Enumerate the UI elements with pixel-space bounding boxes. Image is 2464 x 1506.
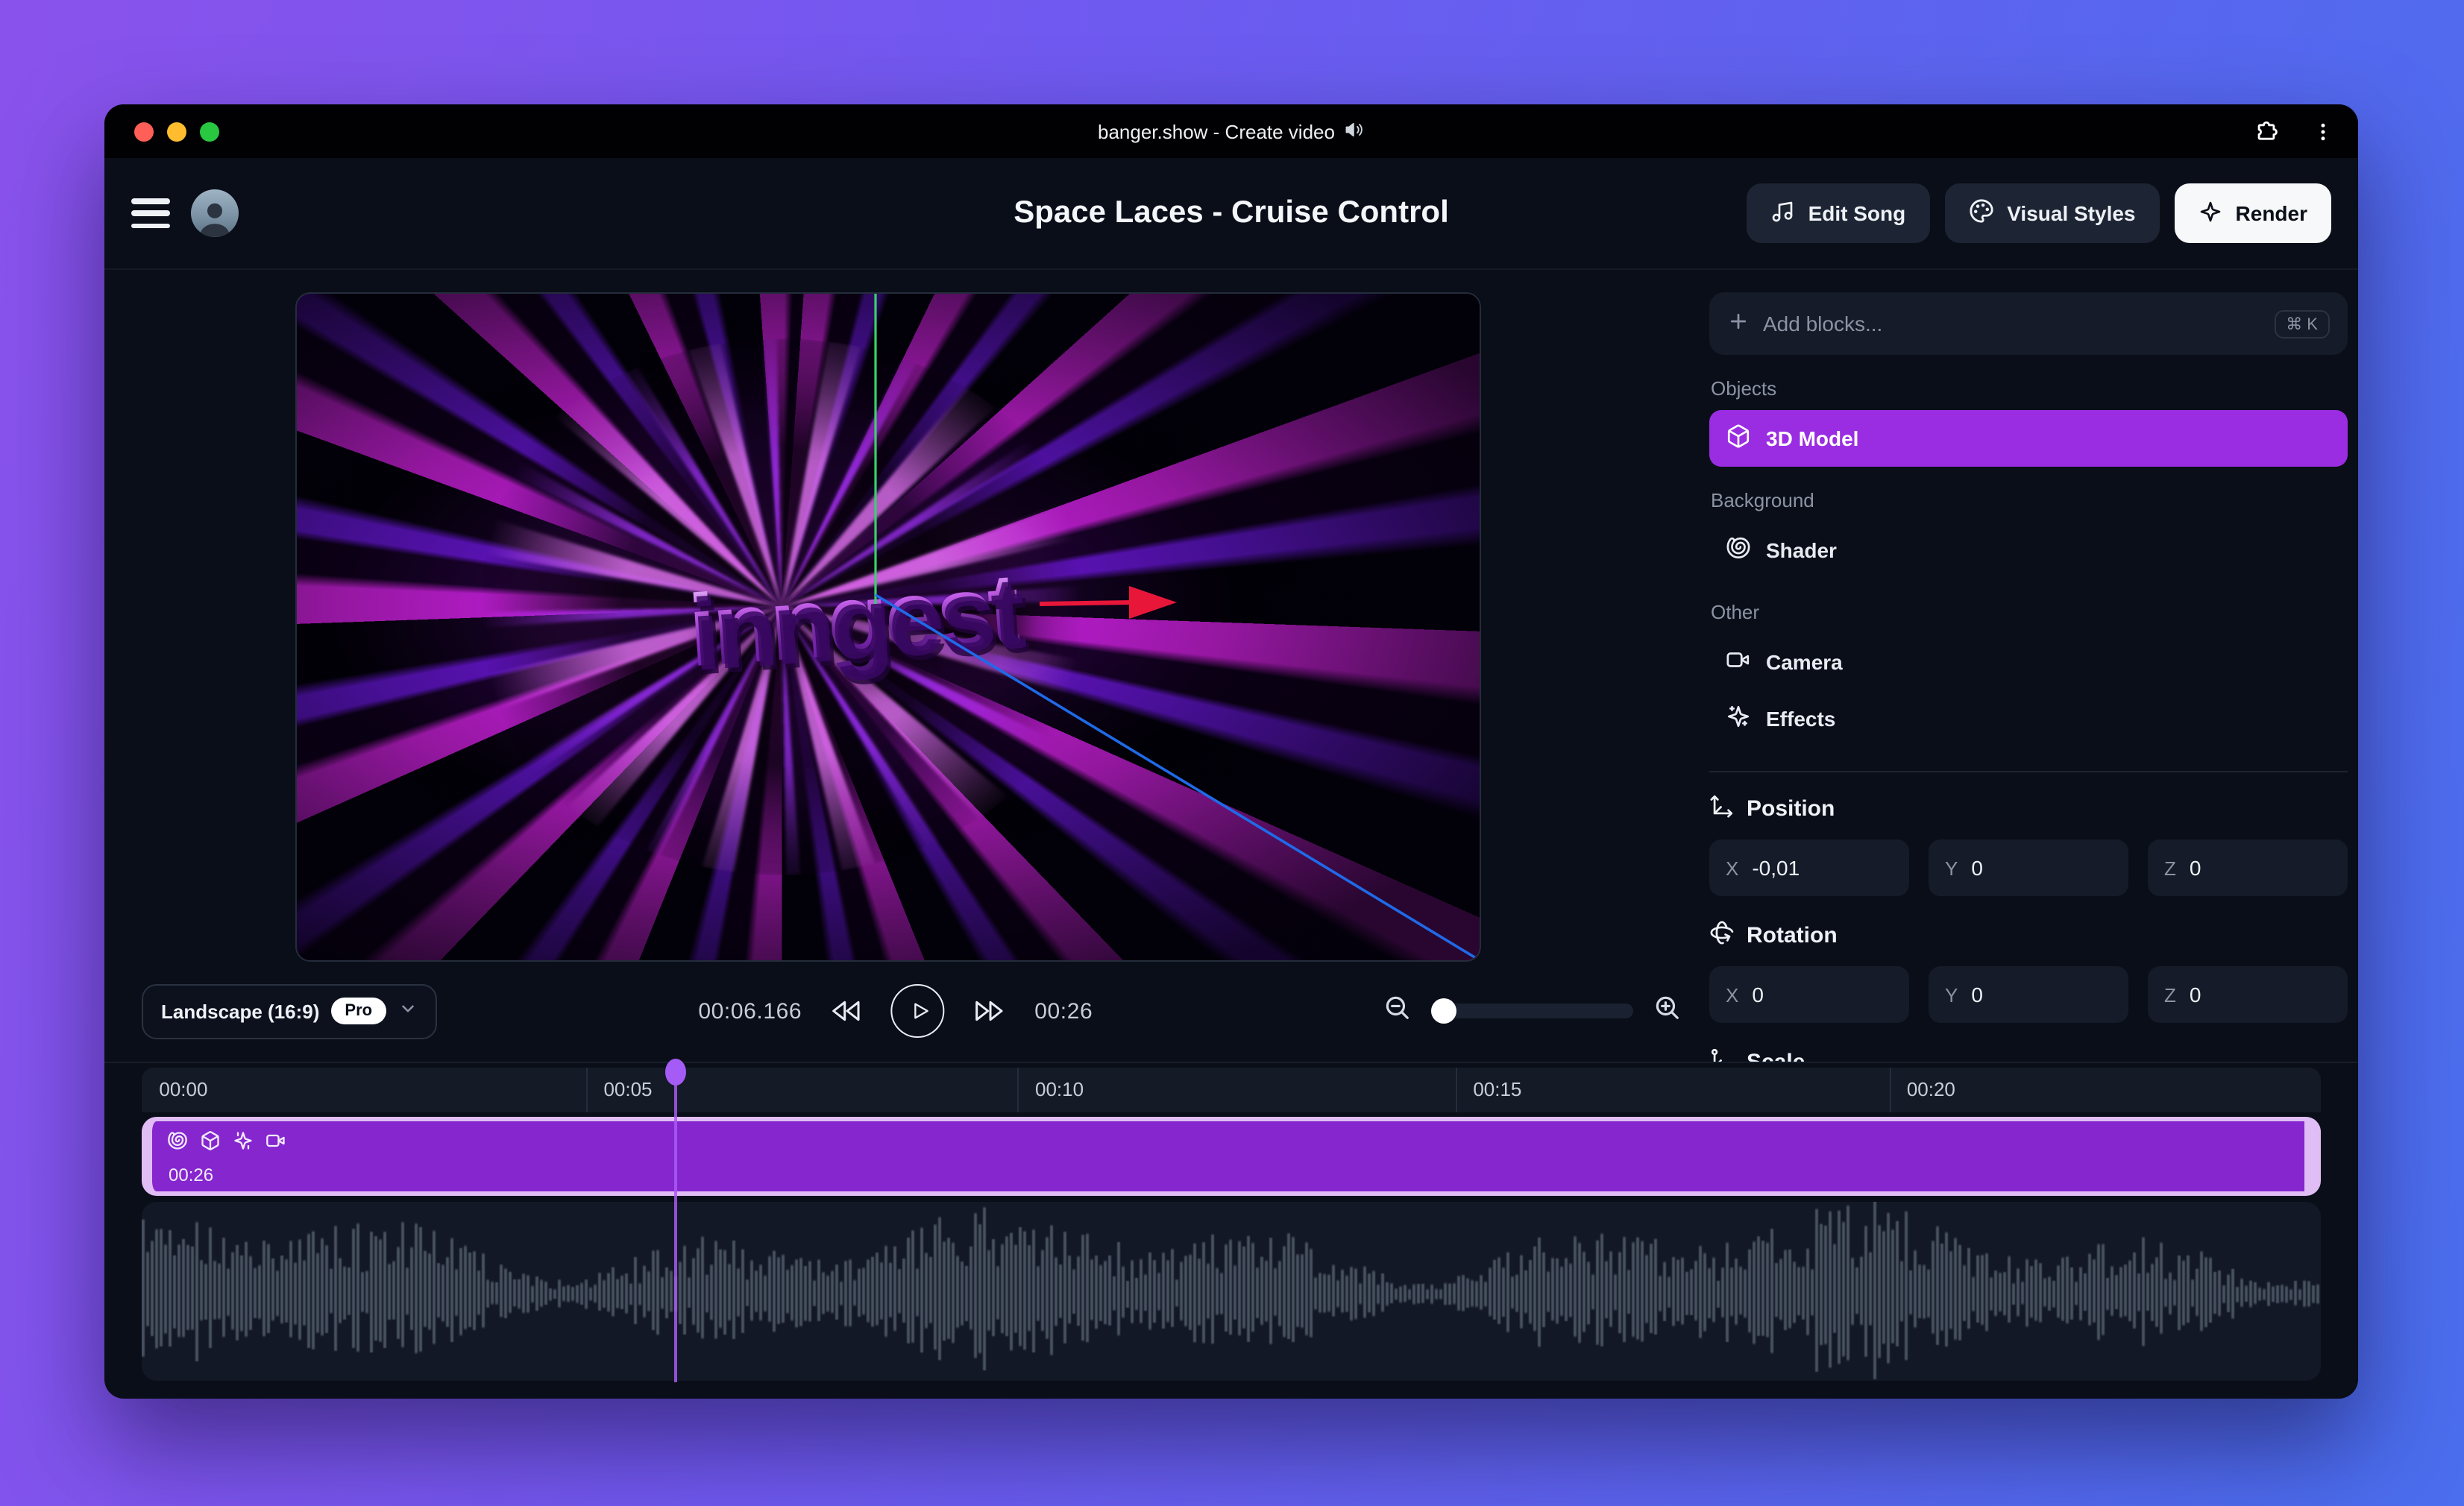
spiral-icon [1726, 535, 1751, 565]
scale-header: Scale [1709, 1047, 2348, 1062]
ruler-tick-label: 00:20 [1906, 1078, 1955, 1100]
clip-block-icons [167, 1130, 286, 1159]
minimize-button[interactable] [167, 122, 186, 141]
camera-icon [265, 1130, 286, 1159]
kebab-menu-icon[interactable] [2312, 120, 2334, 142]
maximize-button[interactable] [200, 122, 219, 141]
rotate-3d-icon [1709, 920, 1735, 951]
gizmo-z-axis[interactable] [875, 593, 1480, 960]
render-button[interactable]: Render [2174, 183, 2331, 243]
ruler-gridline [1455, 1068, 1457, 1112]
desktop-background: banger.show - Create video Space Laces - [0, 0, 2464, 1506]
playback-controls: Landscape (16:9) Pro 00:06.166 00:26 [142, 978, 1681, 1044]
timeline-panel: 00:00 00:05 00:10 00:15 00:20 00:26 [104, 1059, 2358, 1399]
aspect-ratio-dropdown[interactable]: Landscape (16:9) Pro [142, 983, 437, 1039]
chevron-down-icon [397, 999, 417, 1023]
zoom-out-icon[interactable] [1383, 993, 1411, 1029]
waveform-canvas [142, 1202, 2321, 1381]
rotation-x-field[interactable]: X0 [1709, 966, 1909, 1023]
camera-icon [1726, 647, 1751, 677]
zoom-slider[interactable] [1430, 998, 1633, 1024]
cube-icon [1726, 423, 1751, 453]
inspector-sidebar: Add blocks... ⌘ K Objects 3D Model Backg… [1709, 292, 2348, 1062]
rotation-z-field[interactable]: Z0 [2148, 966, 2348, 1023]
visual-styles-button[interactable]: Visual Styles [1944, 183, 2160, 243]
sidebar-divider [1709, 771, 2348, 772]
position-x-field[interactable]: X -0,01 [1709, 839, 1909, 896]
position-inputs: X -0,01 Y0 Z0 [1709, 839, 2348, 896]
edit-song-button[interactable]: Edit Song [1747, 183, 1930, 243]
sparkles-icon [1726, 704, 1751, 734]
video-preview-viewport[interactable]: inngest [295, 292, 1481, 962]
sidebar-item-shader[interactable]: Shader [1709, 522, 2348, 579]
ruler-gridline [1889, 1068, 1891, 1112]
sparkle-icon [2199, 199, 2222, 227]
clip-duration-label: 00:26 [169, 1165, 214, 1185]
ruler-tick-label: 00:05 [603, 1078, 653, 1100]
extensions-icon[interactable] [2254, 119, 2279, 144]
transport-controls: 00:06.166 00:26 [698, 984, 1093, 1038]
ruler-tick-label: 00:00 [159, 1078, 208, 1100]
add-blocks-input[interactable]: Add blocks... ⌘ K [1709, 292, 2348, 355]
sidebar-item-3d-model[interactable]: 3D Model [1709, 410, 2348, 467]
menu-icon[interactable] [131, 198, 170, 228]
ruler-gridline [586, 1068, 588, 1112]
position-header: Position [1709, 793, 2348, 825]
scale-3d-icon [1709, 1047, 1735, 1062]
duration-label: 00:26 [1034, 998, 1093, 1024]
rewind-button[interactable] [832, 996, 861, 1026]
current-time: 00:06.166 [698, 998, 802, 1024]
traffic-lights [134, 104, 219, 158]
transform-gizmo [874, 294, 1480, 960]
audio-waveform[interactable] [142, 1202, 2321, 1381]
zoom-slider-thumb[interactable] [1431, 998, 1456, 1024]
ruler-gridline [1017, 1068, 1019, 1112]
music-note-icon [1771, 199, 1795, 227]
sparkles-icon [233, 1130, 254, 1159]
section-label-background: Background [1711, 489, 1814, 511]
move-3d-icon [1709, 793, 1735, 825]
rotation-y-field[interactable]: Y0 [1929, 966, 2128, 1023]
rotation-inputs: X0 Y0 Z0 [1709, 966, 2348, 1023]
cube-icon [200, 1130, 221, 1159]
ruler-tick-label: 00:10 [1035, 1078, 1084, 1100]
speaker-emoji-icon [1344, 119, 1365, 144]
close-button[interactable] [134, 122, 154, 141]
spiral-icon [167, 1130, 188, 1159]
timeline-ruler[interactable]: 00:00 00:05 00:10 00:15 00:20 [142, 1068, 2321, 1112]
timeline-zoom-controls [1383, 993, 1681, 1029]
play-button[interactable] [891, 984, 946, 1038]
position-z-field[interactable]: Z0 [2148, 839, 2348, 896]
playhead-line [673, 1072, 677, 1382]
timeline-clip[interactable]: 00:26 [142, 1117, 2321, 1196]
zoom-in-icon[interactable] [1653, 993, 1681, 1029]
palette-icon [1968, 198, 1993, 228]
app-window: banger.show - Create video Space Laces - [104, 104, 2358, 1399]
section-label-objects: Objects [1711, 377, 1777, 400]
ruler-tick-label: 00:15 [1473, 1078, 1522, 1100]
rotation-header: Rotation [1709, 920, 2348, 951]
gizmo-x-axis[interactable] [1039, 586, 1177, 619]
app-header: Space Laces - Cruise Control Edit Song V… [104, 158, 2358, 270]
plus-icon [1727, 310, 1750, 337]
section-label-other: Other [1711, 601, 1760, 623]
page-title: Space Laces - Cruise Control [1013, 195, 1449, 230]
position-y-field[interactable]: Y0 [1929, 839, 2128, 896]
window-title: banger.show - Create video [1098, 119, 1365, 144]
shortcut-badge: ⌘ K [2274, 309, 2330, 338]
fast-forward-button[interactable] [975, 996, 1005, 1026]
avatar[interactable] [191, 189, 239, 237]
sidebar-item-effects[interactable]: Effects [1709, 690, 2348, 747]
sidebar-item-camera[interactable]: Camera [1709, 634, 2348, 690]
pro-badge: Pro [331, 998, 386, 1024]
window-titlebar: banger.show - Create video [104, 104, 2358, 158]
